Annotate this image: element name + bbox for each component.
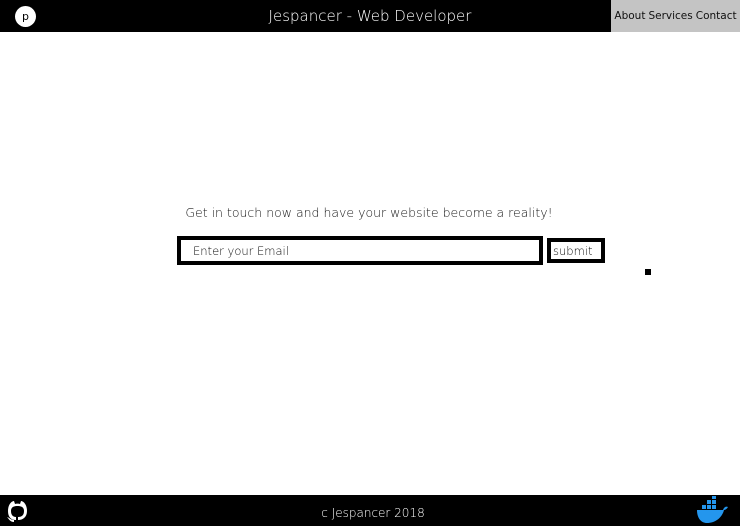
site-header: p Jespancer - Web Developer About Servic… (0, 0, 740, 32)
page: p Jespancer - Web Developer About Servic… (0, 0, 740, 526)
nav-item-contact[interactable]: Contact (696, 10, 737, 22)
site-title: Jespancer - Web Developer (268, 7, 472, 25)
docker-icon[interactable] (694, 496, 728, 524)
square-marker (645, 269, 651, 275)
copyright-text: c Jespancer 2018 (321, 506, 425, 520)
nav-item-services[interactable]: Services (648, 10, 692, 22)
nav-item-about[interactable]: About (614, 10, 645, 22)
cta-text: Get in touch now and have your website b… (185, 205, 553, 220)
site-footer: c Jespancer 2018 (0, 495, 740, 526)
email-field[interactable] (177, 236, 543, 265)
nav-menu: About Services Contact (611, 0, 740, 32)
submit-button[interactable]: submit (547, 238, 605, 263)
logo-icon[interactable]: p (15, 6, 36, 27)
